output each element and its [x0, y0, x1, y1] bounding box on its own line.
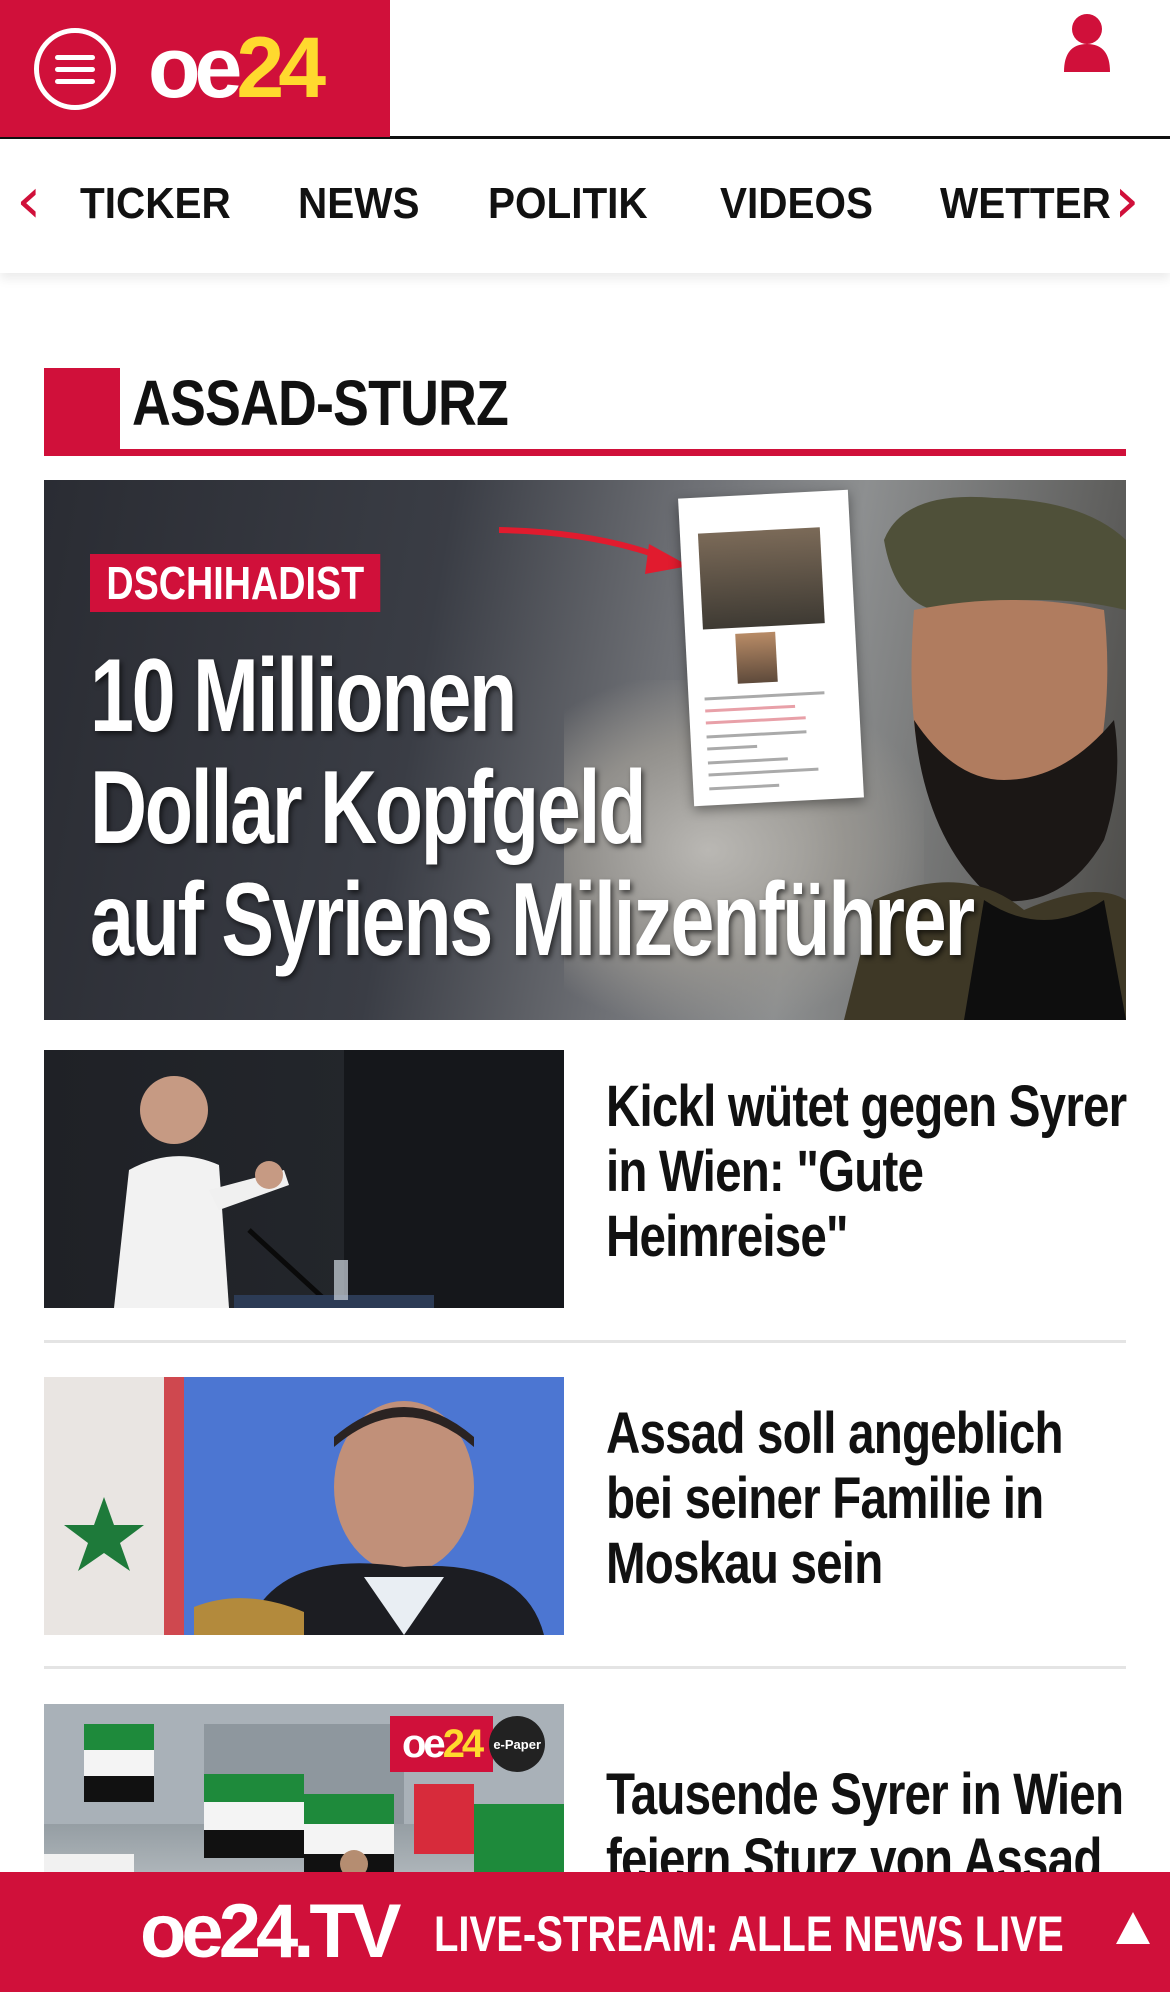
divider	[44, 1666, 1126, 1669]
tab-ticker[interactable]: TICKER	[80, 179, 231, 229]
live-stream-label[interactable]: LIVE-STREAM: ALLE NEWS LIVE	[434, 1904, 1064, 1964]
brand-bar: oe24	[0, 0, 390, 137]
hero-title[interactable]: 10 Millionen Dollar Kopfgeld auf Syriens…	[90, 640, 975, 976]
triangle-up-icon[interactable]	[1116, 1912, 1150, 1944]
site-logo[interactable]: oe24	[148, 22, 326, 114]
tab-videos[interactable]: VIDEOS	[720, 179, 873, 229]
section-heading: ASSAD-STURZ	[44, 368, 1126, 456]
tv-logo[interactable]: oe24.TV	[140, 1892, 401, 1972]
epaper-badge[interactable]: oe24 e-Paper	[390, 1716, 546, 1772]
list-item[interactable]: Assad soll angeblich bei seiner Familie …	[44, 1377, 1126, 1635]
article-thumbnail[interactable]	[44, 1377, 564, 1635]
site-header: oe24	[0, 0, 1170, 139]
hamburger-menu-icon[interactable]	[34, 28, 116, 110]
tab-wetter[interactable]: WETTER	[940, 179, 1111, 229]
tab-news[interactable]: NEWS	[298, 179, 419, 229]
live-stream-bar[interactable]: oe24.TV LIVE-STREAM: ALLE NEWS LIVE	[0, 1872, 1170, 1992]
section-marker	[44, 368, 120, 456]
article-thumbnail[interactable]	[44, 1050, 564, 1308]
article-headline[interactable]: Assad soll angeblich bei seiner Familie …	[606, 1401, 1131, 1596]
list-item[interactable]: Kickl wütet gegen Syrer in Wien: "Gute H…	[44, 1050, 1127, 1308]
hero-kicker: DSCHIHADIST	[90, 554, 381, 612]
tab-politik[interactable]: POLITIK	[488, 179, 648, 229]
section-title[interactable]: ASSAD-STURZ	[132, 368, 509, 438]
article-headline[interactable]: Kickl wütet gegen Syrer in Wien: "Gute H…	[606, 1074, 1131, 1269]
category-nav: ‹ TICKER NEWS POLITIK VIDEOS WETTER ›	[0, 139, 1170, 273]
user-icon[interactable]	[1062, 12, 1112, 72]
hero-article[interactable]: DSCHIHADIST 10 Millionen Dollar Kopfgeld…	[44, 480, 1126, 1020]
chevron-left-icon[interactable]: ‹	[16, 169, 46, 233]
section-underline	[44, 449, 1126, 456]
arrow-graphic	[499, 527, 689, 574]
divider	[44, 1340, 1126, 1343]
chevron-right-icon[interactable]: ›	[1114, 169, 1144, 233]
